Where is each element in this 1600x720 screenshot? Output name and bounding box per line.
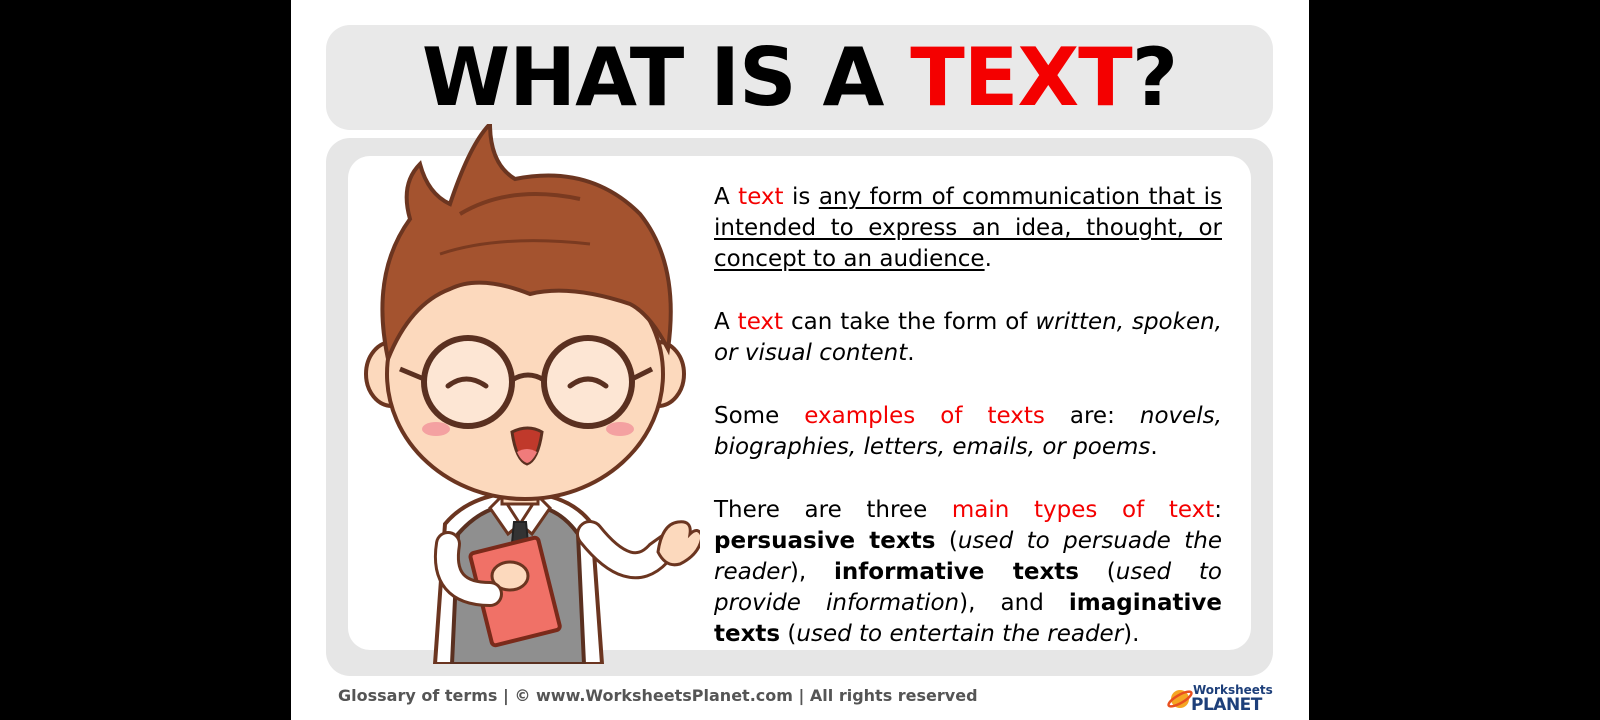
title-prefix: WHAT IS A bbox=[421, 30, 911, 124]
p4-g: ), bbox=[789, 559, 835, 585]
p2-a: A bbox=[714, 309, 738, 335]
p3-a: Some bbox=[714, 403, 805, 429]
p4-e: ( bbox=[935, 528, 958, 554]
p4-a: There are three bbox=[714, 497, 952, 523]
p1-keyword: text bbox=[738, 184, 784, 210]
planet-icon bbox=[1167, 690, 1193, 708]
content-card: A text is any form of communication that… bbox=[348, 124, 1251, 664]
p4-c: : bbox=[1214, 497, 1222, 523]
paragraph-forms: A text can take the form of written, spo… bbox=[714, 307, 1222, 369]
p4-keyword: main types of text bbox=[951, 497, 1215, 523]
logo-line-2: PLANET bbox=[1191, 695, 1262, 715]
worksheet-page: WHAT IS A TEXT? A text is any form of co… bbox=[291, 0, 1309, 720]
p4-i: ( bbox=[1079, 559, 1116, 585]
title-suffix: ? bbox=[1131, 30, 1178, 124]
p4-k: ), and bbox=[959, 590, 1069, 616]
p3-c: are: bbox=[1044, 403, 1140, 429]
p2-e: . bbox=[907, 340, 915, 366]
p2-c: can take the form of bbox=[783, 309, 1036, 335]
definition-text: A text is any form of communication that… bbox=[714, 182, 1222, 682]
p2-keyword: text bbox=[737, 309, 784, 335]
p4-persuasive: persuasive texts bbox=[714, 528, 936, 554]
p1-c: is bbox=[783, 184, 819, 210]
p4-o: ). bbox=[1123, 621, 1140, 647]
p4-imaginative-desc: used to entertain the reader bbox=[796, 621, 1124, 647]
p3-e: . bbox=[1150, 434, 1158, 460]
worksheets-planet-logo: Worksheets PLANET bbox=[1167, 683, 1273, 715]
p4-m: ( bbox=[780, 621, 797, 647]
p3-keyword: examples of texts bbox=[804, 403, 1045, 429]
p1-a: A bbox=[714, 184, 739, 210]
page-title: WHAT IS A TEXT? bbox=[422, 37, 1178, 118]
title-accent: TEXT bbox=[910, 30, 1132, 124]
paragraph-examples: Some examples of texts are: novels, biog… bbox=[714, 401, 1222, 463]
footer-credit: Glossary of terms | © www.WorksheetsPlan… bbox=[338, 686, 978, 705]
paragraph-definition: A text is any form of communication that… bbox=[714, 182, 1222, 275]
content-panel: A text is any form of communication that… bbox=[326, 124, 1273, 676]
teacher-boy-illustration bbox=[364, 124, 700, 664]
paragraph-types: There are three main types of text: pers… bbox=[714, 495, 1222, 650]
p4-informative: informative texts bbox=[834, 559, 1079, 585]
title-bar: WHAT IS A TEXT? bbox=[326, 25, 1273, 130]
p1-e: . bbox=[984, 246, 992, 272]
